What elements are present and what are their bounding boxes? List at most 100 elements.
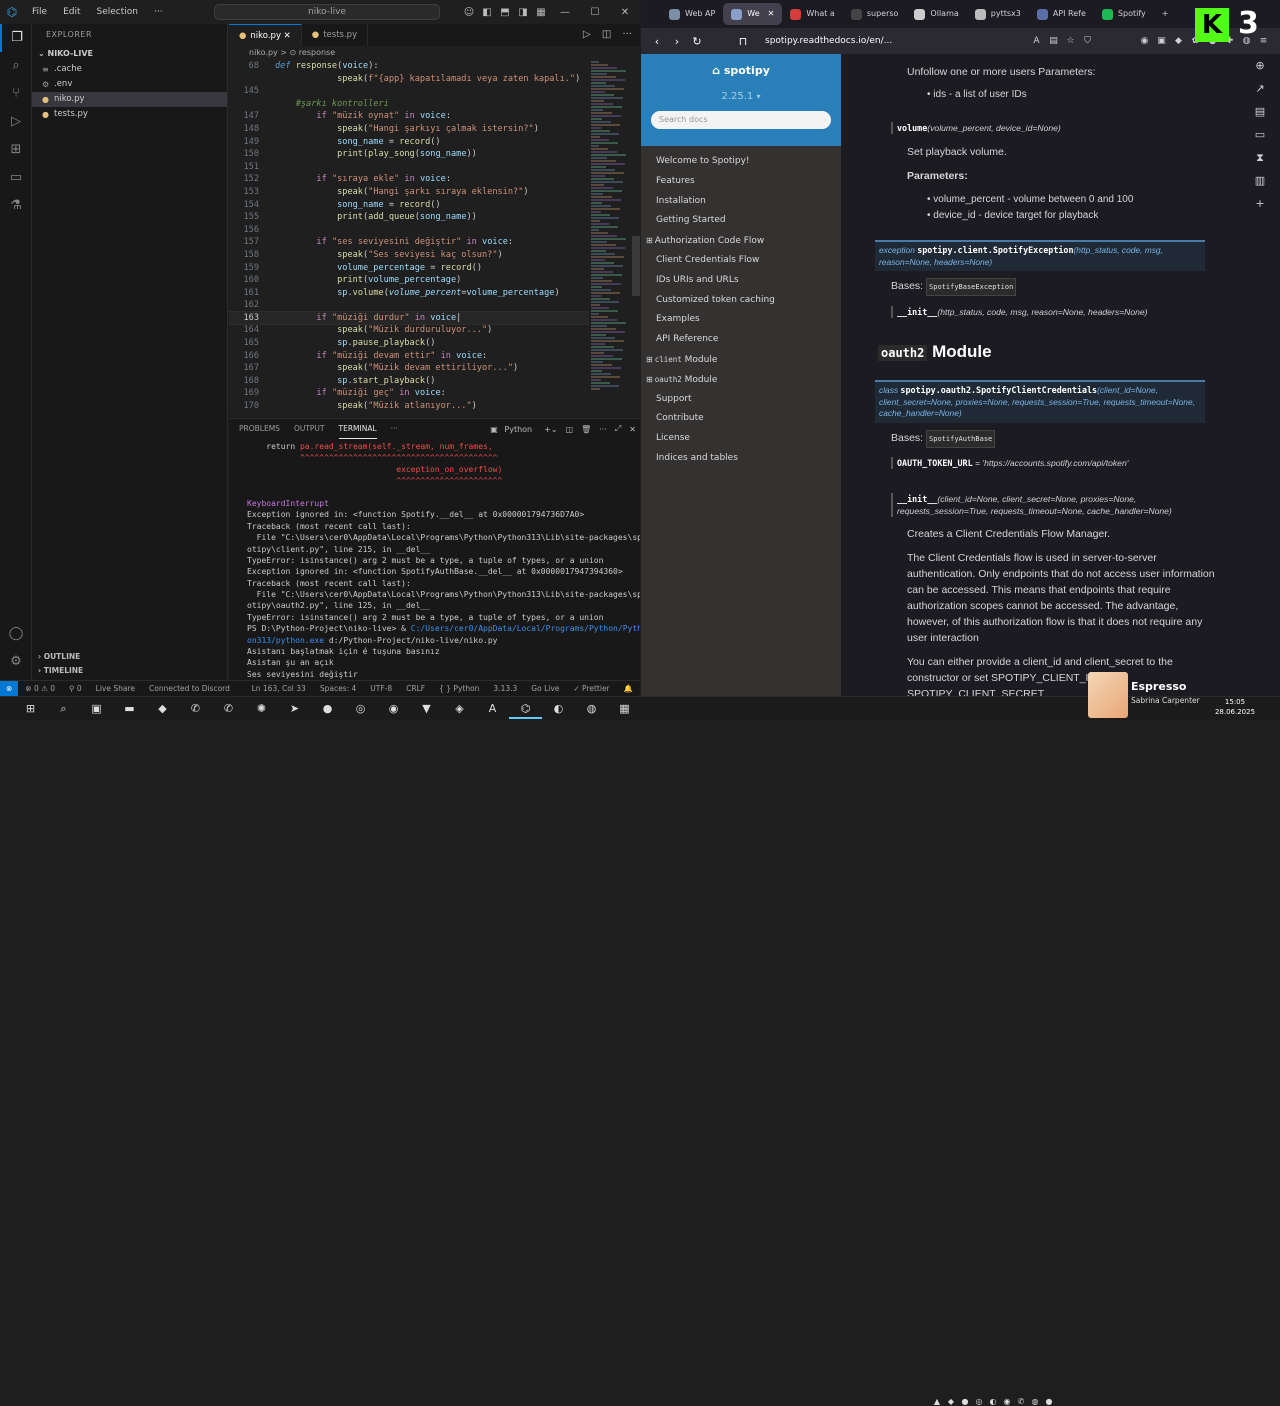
browser-tab-0[interactable]: Web AP bbox=[661, 3, 723, 25]
docs-nav-item[interactable]: Client Credentials Flow bbox=[641, 251, 841, 271]
spotify-icon[interactable]: ◉ bbox=[377, 699, 410, 719]
postman-icon[interactable]: ◍ bbox=[575, 699, 608, 719]
scrollbar-thumb[interactable] bbox=[632, 236, 640, 296]
menu-item-3[interactable]: ··· bbox=[146, 7, 171, 17]
remote-indicator[interactable]: ⊗ bbox=[0, 680, 19, 696]
extension-2-icon[interactable]: ▣ bbox=[1153, 36, 1170, 46]
workspace-folder[interactable]: ⌄ NIKO-LIVE bbox=[32, 46, 227, 62]
encoding-status[interactable]: UTF-8 bbox=[363, 684, 399, 693]
docs-brand-link[interactable]: ⌂ spotipy bbox=[641, 64, 841, 77]
more-actions-icon[interactable]: ··· bbox=[622, 29, 632, 40]
docs-nav-item[interactable]: Installation bbox=[641, 192, 841, 212]
expand-plus-icon[interactable]: ⊞ bbox=[646, 355, 653, 364]
python-version-status[interactable]: 3.13.3 bbox=[486, 684, 524, 693]
add-terminal-icon[interactable]: +⌄ bbox=[540, 425, 561, 434]
prettier-status[interactable]: ✓ Prettier bbox=[566, 684, 616, 693]
file-item[interactable]: ● tests.py bbox=[32, 107, 227, 122]
extension-3-icon[interactable]: ◆ bbox=[1170, 36, 1187, 46]
app-icon[interactable]: ◈ bbox=[443, 699, 476, 719]
minimap[interactable] bbox=[589, 60, 631, 412]
outline-section[interactable]: › OUTLINE bbox=[32, 650, 228, 664]
code-line[interactable]: 158 speak("Ses seviyesi kaç olsun?") bbox=[229, 249, 589, 262]
live-share-status[interactable]: Live Share bbox=[89, 684, 142, 693]
toggle-secondary-icon[interactable]: ◨ bbox=[514, 7, 532, 18]
tray-3-icon[interactable]: ● bbox=[958, 1397, 972, 1406]
proton-vpn-icon[interactable]: ▼ bbox=[410, 699, 443, 719]
new-tab-icon[interactable]: + bbox=[1154, 3, 1177, 25]
file-item[interactable]: ≡ .cache bbox=[32, 62, 227, 77]
sidebar-share-icon[interactable]: ↗ bbox=[1240, 77, 1280, 100]
docs-nav-item[interactable]: Examples bbox=[641, 310, 841, 330]
tray-4-icon[interactable]: ◎ bbox=[972, 1397, 986, 1406]
code-line[interactable]: 167 speak("Müzik devam ettiriliyor...") bbox=[229, 362, 589, 375]
docs-nav-item[interactable]: ⊞ client Module bbox=[641, 350, 841, 370]
docs-version-selector[interactable]: 2.25.1 ▾ bbox=[641, 91, 841, 102]
code-line[interactable]: 163 if "müziği durdur" in voice| bbox=[229, 310, 589, 326]
problems-status[interactable]: ⊗ 0 ⚠ 0 bbox=[18, 684, 62, 693]
extensions-icon[interactable]: ⊞ bbox=[0, 136, 32, 164]
code-line[interactable]: 160 print(volume_percentage) bbox=[229, 274, 589, 287]
whatsapp-icon[interactable]: ✆ bbox=[179, 699, 212, 719]
code-line[interactable]: 68 def response(voice): bbox=[229, 60, 589, 73]
browser-tab-7[interactable]: Spotify bbox=[1094, 3, 1154, 25]
code-line[interactable]: 157 if "ses seviyesini değiştir" in voic… bbox=[229, 236, 589, 249]
docs-nav-item[interactable]: Features bbox=[641, 172, 841, 192]
file-explorer-icon[interactable]: ▬ bbox=[113, 699, 146, 719]
docs-nav-item[interactable]: API Reference bbox=[641, 330, 841, 350]
vscode-taskbar-icon[interactable]: ⌬ bbox=[509, 699, 542, 719]
docs-nav-item[interactable]: Indices and tables bbox=[641, 449, 841, 469]
file-item[interactable]: ● niko.py bbox=[32, 92, 227, 107]
sidebar-history-icon[interactable]: ⧗ bbox=[1240, 146, 1280, 169]
task-view-icon[interactable]: ▣ bbox=[80, 699, 113, 719]
maximize-panel-icon[interactable]: ⤢ bbox=[611, 424, 625, 434]
expand-plus-icon[interactable]: ⊞ bbox=[646, 236, 653, 245]
url-bar[interactable]: spotipy.readthedocs.io/en/... bbox=[765, 36, 892, 46]
maximize-icon[interactable]: ☐ bbox=[580, 7, 610, 18]
tray-6-icon[interactable]: ◉ bbox=[1000, 1397, 1014, 1406]
docs-nav-item[interactable]: Support bbox=[641, 390, 841, 410]
docs-nav-item[interactable]: IDs URIs and URLs bbox=[641, 271, 841, 291]
explorer-icon[interactable]: ❐ bbox=[0, 24, 32, 52]
code-line[interactable]: 151 bbox=[229, 161, 589, 174]
eol-status[interactable]: CRLF bbox=[399, 684, 432, 693]
browser-tab-1[interactable]: We ✕ bbox=[723, 3, 783, 25]
github-desktop-icon[interactable]: ◐ bbox=[542, 699, 575, 719]
panel-more-icon[interactable]: ··· bbox=[595, 425, 611, 434]
sidebar-wallet-icon[interactable]: ▭ bbox=[1240, 123, 1280, 146]
notepad-icon[interactable]: ▦ bbox=[608, 699, 641, 719]
discord-status[interactable]: Connected to Discord bbox=[142, 684, 237, 693]
code-line[interactable]: #şarkı kontrolleri bbox=[229, 98, 589, 111]
translate-icon[interactable]: A bbox=[1028, 36, 1045, 46]
editor-scrollbar[interactable] bbox=[632, 60, 640, 412]
code-editor[interactable]: 68 def response(voice): speak(f"{app} kap… bbox=[229, 60, 589, 412]
code-line[interactable]: 147 if "müzik oynat" in voice: bbox=[229, 110, 589, 123]
manage-gear-icon[interactable]: ⚙ bbox=[0, 648, 32, 676]
zoom-icon[interactable]: ● bbox=[311, 699, 344, 719]
tray-2-icon[interactable]: ◆ bbox=[944, 1397, 958, 1406]
extension-1-icon[interactable]: ◉ bbox=[1136, 36, 1153, 46]
code-line[interactable]: 145 bbox=[229, 85, 589, 98]
breadcrumb[interactable]: niko.py > ⊙ response bbox=[229, 46, 640, 60]
expand-plus-icon[interactable]: ⊞ bbox=[646, 375, 653, 384]
timeline-section[interactable]: › TIMELINE bbox=[32, 664, 228, 678]
code-line[interactable]: 169 if "müziği geç" in voice: bbox=[229, 387, 589, 400]
code-line[interactable]: 149 song_name = record() bbox=[229, 136, 589, 149]
code-line[interactable]: 164 speak("Müzik durduruluyor...") bbox=[229, 324, 589, 337]
docs-nav-item[interactable]: Welcome to Spotipy! bbox=[641, 152, 841, 172]
docs-nav-item[interactable]: ⊞ Authorization Code Flow bbox=[641, 231, 841, 251]
sidebar-add2-icon[interactable]: + bbox=[1240, 192, 1280, 215]
reload-icon[interactable]: ↻ bbox=[687, 35, 707, 48]
file-item[interactable]: ⚙ .env bbox=[32, 77, 227, 92]
run-debug-icon[interactable]: ▷ bbox=[0, 108, 32, 136]
code-line[interactable]: 156 bbox=[229, 224, 589, 237]
code-line[interactable]: 153 speak("Hangi şarkı sıraya eklensin?"… bbox=[229, 186, 589, 199]
menu-item-0[interactable]: File bbox=[24, 7, 55, 17]
code-line[interactable]: 155 print(add_queue(song_name)) bbox=[229, 211, 589, 224]
close-browser-tab-icon[interactable]: ✕ bbox=[768, 3, 775, 25]
tab-niko-py[interactable]: ● niko.py ✕ bbox=[229, 24, 302, 46]
tray-1-icon[interactable]: ▲ bbox=[930, 1397, 944, 1406]
code-line[interactable]: speak(f"{app} kapatılamadı veya zaten ka… bbox=[229, 73, 589, 86]
page-bookmark-icon[interactable]: ☆ bbox=[1062, 36, 1079, 46]
browser-forward-icon[interactable]: › bbox=[667, 35, 687, 48]
code-line[interactable]: 152 if "sıraya ekle" in voice: bbox=[229, 173, 589, 186]
